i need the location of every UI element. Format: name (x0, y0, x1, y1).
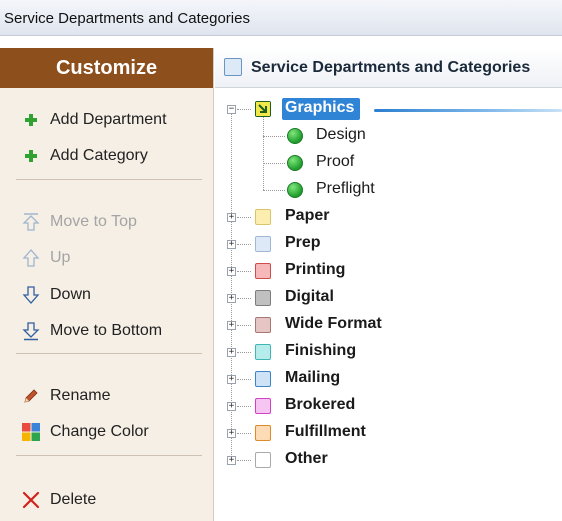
expand-icon[interactable]: + (227, 240, 236, 249)
category-design[interactable]: Design (316, 126, 366, 144)
plus-icon (20, 109, 42, 131)
expand-icon[interactable]: + (227, 456, 236, 465)
sidebar-item-label: Change Color (50, 423, 149, 440)
department-color-swatch (255, 425, 271, 441)
move-to-bottom-button[interactable]: Move to Bottom (20, 319, 162, 343)
sidebar-item-label: Down (50, 286, 91, 303)
main-header: Service Departments and Categories (215, 48, 562, 88)
department-label[interactable]: Mailing (285, 369, 340, 387)
tree-connector (237, 271, 251, 272)
department-color-swatch (255, 290, 271, 306)
category-preflight[interactable]: Preflight (316, 180, 375, 198)
sidebar-item-label: Add Category (50, 147, 148, 164)
expand-icon[interactable]: + (227, 294, 236, 303)
sidebar-separator (16, 455, 202, 456)
delete-button[interactable]: Delete (20, 488, 96, 512)
expand-icon[interactable]: + (227, 321, 236, 330)
category-proof[interactable]: Proof (316, 153, 354, 171)
tree-connector (237, 460, 251, 461)
department-color-swatch (255, 371, 271, 387)
tree-connector (237, 244, 251, 245)
expand-icon[interactable]: + (227, 402, 236, 411)
tree-connector (237, 379, 251, 380)
add-department-button[interactable]: Add Department (20, 108, 167, 132)
department-label[interactable]: Wide Format (285, 315, 382, 333)
tree-connector (263, 190, 285, 191)
department-color-swatch (255, 263, 271, 279)
expand-icon[interactable]: + (227, 267, 236, 276)
sidebar-item-label: Up (50, 249, 71, 266)
sidebar-separator (16, 353, 202, 354)
category-status-icon (287, 128, 303, 144)
department-color-swatch (255, 317, 271, 333)
expand-icon[interactable]: + (227, 348, 236, 357)
change-color-button[interactable]: Change Color (20, 420, 149, 444)
tree-connector (263, 117, 264, 190)
department-color-swatch (255, 344, 271, 360)
sidebar-item-label: Delete (50, 491, 97, 508)
department-label[interactable]: Paper (285, 207, 329, 225)
tree-connector (237, 298, 251, 299)
up-button[interactable]: Up (20, 246, 70, 270)
down-button[interactable]: Down (20, 283, 91, 307)
window-title: Service Departments and Categories (4, 10, 250, 27)
department-label[interactable]: Fulfillment (285, 423, 366, 441)
add-category-button[interactable]: Add Category (20, 144, 148, 168)
department-label[interactable]: Prep (285, 234, 321, 252)
main-header-title: Service Departments and Categories (251, 59, 531, 76)
department-color-swatch (255, 209, 271, 225)
expand-icon[interactable]: + (227, 375, 236, 384)
tree-connector (263, 136, 285, 137)
expand-icon[interactable]: + (227, 429, 236, 438)
category-status-icon (287, 155, 303, 171)
tree-connector (237, 109, 251, 110)
department-color-swatch (255, 398, 271, 414)
pencil-icon (20, 385, 42, 407)
rename-button[interactable]: Rename (20, 384, 110, 408)
tree-connector (237, 352, 251, 353)
sidebar-item-label: Rename (50, 387, 111, 404)
tree-connector (237, 217, 251, 218)
move-bottom-icon (20, 320, 42, 342)
department-tree: − Graphics Design Proof Preflight + Paper + Prep… (215, 88, 562, 521)
category-status-icon (287, 182, 303, 198)
tree-connector (237, 406, 251, 407)
department-label[interactable]: Finishing (285, 342, 356, 360)
department-label[interactable]: Brokered (285, 396, 355, 414)
plus-icon (20, 145, 42, 167)
sidebar-header: Customize (0, 48, 213, 88)
move-top-icon (20, 211, 42, 233)
department-label[interactable]: Graphics (285, 99, 354, 117)
departments-icon (224, 58, 242, 76)
expand-icon[interactable]: + (227, 213, 236, 222)
color-palette-icon (20, 421, 42, 443)
arrow-down-icon (20, 284, 42, 306)
department-label[interactable]: Other (285, 450, 328, 468)
drag-insertion-indicator (374, 109, 562, 112)
window-titlebar: Service Departments and Categories (0, 0, 562, 36)
tree-connector (263, 163, 285, 164)
sidebar-item-label: Move to Top (50, 213, 137, 230)
customize-sidebar: Customize Add Department Add Category Move… (0, 48, 214, 521)
sidebar-item-label: Move to Bottom (50, 322, 163, 339)
delete-x-icon (20, 489, 42, 511)
sidebar-separator (16, 179, 202, 180)
department-label[interactable]: Digital (285, 288, 334, 306)
arrow-up-icon (20, 247, 42, 269)
department-color-swatch (255, 452, 271, 468)
department-color-swatch (255, 236, 271, 252)
sidebar-item-label: Add Department (50, 111, 167, 128)
tree-connector (237, 433, 251, 434)
collapse-icon[interactable]: − (227, 105, 236, 114)
tree-connector (237, 325, 251, 326)
move-to-top-button[interactable]: Move to Top (20, 210, 137, 234)
department-arrow-icon (255, 101, 271, 117)
department-label[interactable]: Printing (285, 261, 345, 279)
